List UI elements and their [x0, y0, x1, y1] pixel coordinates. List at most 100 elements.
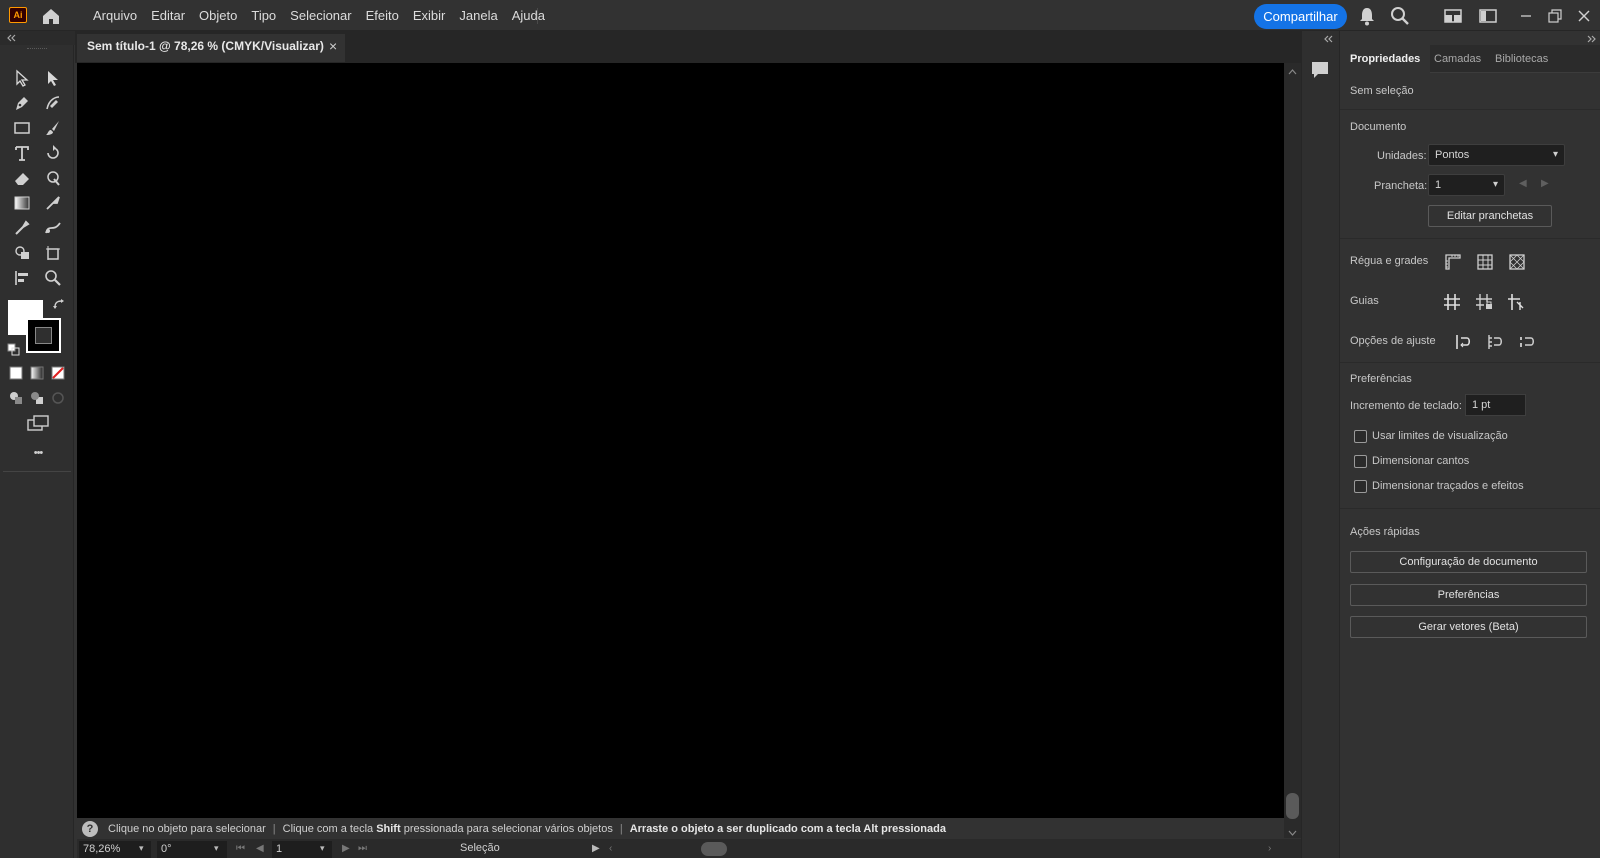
tab-bibliotecas[interactable]: Bibliotecas: [1485, 45, 1558, 73]
selection-tool-icon[interactable]: [9, 66, 35, 90]
menu-efeito[interactable]: Efeito: [359, 0, 406, 31]
color-mode-icon[interactable]: [9, 366, 23, 380]
gradient-mode-icon[interactable]: [30, 366, 44, 380]
menu-selecionar[interactable]: Selecionar: [283, 0, 358, 31]
snap-to-pixel-icon[interactable]: [1483, 331, 1507, 353]
close-document-icon[interactable]: ×: [329, 38, 337, 54]
home-icon[interactable]: [40, 5, 62, 27]
horizontal-scroll-thumb[interactable]: [701, 842, 727, 856]
menu-objeto[interactable]: Objeto: [192, 0, 244, 31]
menu-janela[interactable]: Janela: [452, 0, 504, 31]
bell-icon[interactable]: [1356, 5, 1378, 27]
search-icon[interactable]: [1389, 5, 1411, 27]
shape-builder-tool-icon[interactable]: [9, 241, 35, 265]
preferences-button[interactable]: Preferências: [1350, 584, 1587, 606]
draw-behind-icon[interactable]: [30, 391, 44, 405]
scroll-right-arrow-icon[interactable]: ›: [1268, 843, 1271, 854]
keyboard-increment-field[interactable]: 1 pt: [1465, 394, 1526, 416]
arrange-documents-icon[interactable]: [1442, 5, 1464, 27]
knife-tool-icon[interactable]: [40, 191, 66, 215]
pen-tool-icon[interactable]: [9, 91, 35, 115]
show-guides-icon[interactable]: [1440, 291, 1464, 313]
menu-editar[interactable]: Editar: [144, 0, 192, 31]
last-artboard-icon[interactable]: ⏭: [358, 843, 367, 854]
menu-arquivo[interactable]: Arquivo: [86, 0, 144, 31]
transparency-grid-icon[interactable]: [1505, 251, 1529, 273]
scroll-down-arrow-icon[interactable]: [1284, 828, 1301, 838]
more-tools-button[interactable]: •••: [26, 447, 50, 461]
rotate-tool-icon[interactable]: [40, 141, 66, 165]
direct-selection-tool-icon[interactable]: [40, 66, 66, 90]
artboard-dropdown[interactable]: 1 ▾: [1428, 174, 1505, 196]
document-setup-button[interactable]: Configuração de documento: [1350, 551, 1587, 573]
scale-strokes-effects-label[interactable]: Dimensionar traçados e efeitos: [1372, 480, 1524, 492]
chevron-down-icon[interactable]: ▾: [214, 843, 219, 854]
warp-tool-icon[interactable]: [40, 166, 66, 190]
eraser-tool-icon[interactable]: [9, 166, 35, 190]
none-mode-icon[interactable]: [51, 366, 65, 380]
units-dropdown[interactable]: Pontos ▾: [1428, 144, 1565, 166]
vertical-scroll-thumb[interactable]: [1286, 793, 1299, 819]
scale-corners-label[interactable]: Dimensionar cantos: [1372, 455, 1469, 467]
toolbar-grip[interactable]: [27, 48, 47, 50]
double-chevron-left-icon[interactable]: [1323, 34, 1333, 44]
gradient-tool-icon[interactable]: [9, 191, 35, 215]
tab-propriedades[interactable]: Propriedades: [1340, 45, 1431, 73]
blend-tool-icon[interactable]: [40, 216, 66, 240]
rectangle-tool-icon[interactable]: [9, 116, 35, 140]
chevron-down-icon[interactable]: ▾: [320, 843, 325, 854]
next-artboard-icon[interactable]: ▶: [342, 843, 350, 854]
eyedropper-tool-icon[interactable]: [9, 216, 35, 240]
first-artboard-icon[interactable]: ⏮: [236, 843, 245, 854]
snap-to-point-icon[interactable]: [1451, 331, 1475, 353]
units-label: Unidades:: [1377, 150, 1427, 162]
screen-mode-icon[interactable]: [26, 414, 50, 434]
scroll-up-arrow-icon[interactable]: [1284, 67, 1301, 77]
previous-artboard-icon[interactable]: ◀: [1519, 178, 1527, 189]
type-tool-icon[interactable]: [9, 141, 35, 165]
draw-normal-icon[interactable]: [9, 391, 23, 405]
vertical-scrollbar[interactable]: [1284, 63, 1301, 838]
edit-artboards-button[interactable]: Editar pranchetas: [1428, 205, 1552, 227]
menu-exibir[interactable]: Exibir: [406, 0, 453, 31]
help-icon[interactable]: ?: [82, 820, 98, 837]
minimize-icon[interactable]: [1515, 5, 1537, 27]
document-tab-title[interactable]: Sem título-1 @ 78,26 % (CMYK/Visualizar): [87, 39, 324, 53]
comments-icon[interactable]: [1309, 59, 1331, 81]
toolbar-collapse-bar[interactable]: [0, 31, 75, 45]
lock-guides-icon[interactable]: [1472, 291, 1496, 313]
next-artboard-icon[interactable]: ▶: [1541, 178, 1549, 189]
double-chevron-right-icon[interactable]: [1587, 34, 1597, 44]
share-button[interactable]: Compartilhar: [1254, 4, 1347, 29]
workspace-switcher-icon[interactable]: [1477, 5, 1499, 27]
paintbrush-tool-icon[interactable]: [40, 116, 66, 140]
ruler-icon[interactable]: [1441, 251, 1465, 273]
scale-corners-checkbox[interactable]: [1354, 455, 1367, 468]
menu-tipo[interactable]: Tipo: [244, 0, 283, 31]
zoom-tool-icon[interactable]: [40, 266, 66, 290]
use-preview-bounds-label[interactable]: Usar limites de visualização: [1372, 430, 1508, 442]
restore-icon[interactable]: [1544, 5, 1566, 27]
selection-status: Sem seleção: [1350, 85, 1414, 97]
curvature-tool-icon[interactable]: [40, 91, 66, 115]
status-menu-arrow-icon[interactable]: ▶: [592, 843, 600, 854]
chevron-down-icon[interactable]: ▾: [139, 843, 144, 854]
artboard-canvas[interactable]: [77, 63, 1284, 818]
tab-camadas[interactable]: Camadas: [1424, 45, 1491, 73]
grid-icon[interactable]: [1473, 251, 1497, 273]
artboard-tool-icon[interactable]: [40, 241, 66, 265]
default-fill-stroke-icon[interactable]: [7, 343, 20, 356]
scale-strokes-effects-checkbox[interactable]: [1354, 480, 1367, 493]
smart-guides-icon[interactable]: [1504, 291, 1528, 313]
scroll-left-arrow-icon[interactable]: ‹: [609, 843, 612, 854]
close-window-icon[interactable]: [1573, 5, 1595, 27]
align-tool-icon[interactable]: [9, 266, 35, 290]
use-preview-bounds-checkbox[interactable]: [1354, 430, 1367, 443]
swap-fill-stroke-icon[interactable]: [52, 298, 66, 312]
generate-vectors-button[interactable]: Gerar vetores (Beta): [1350, 616, 1587, 638]
menu-ajuda[interactable]: Ajuda: [505, 0, 552, 31]
keyboard-increment-label: Incremento de teclado:: [1350, 400, 1462, 412]
snap-to-glyph-icon[interactable]: [1515, 331, 1539, 353]
previous-artboard-icon[interactable]: ◀: [256, 843, 264, 854]
draw-inside-icon[interactable]: [51, 391, 65, 405]
